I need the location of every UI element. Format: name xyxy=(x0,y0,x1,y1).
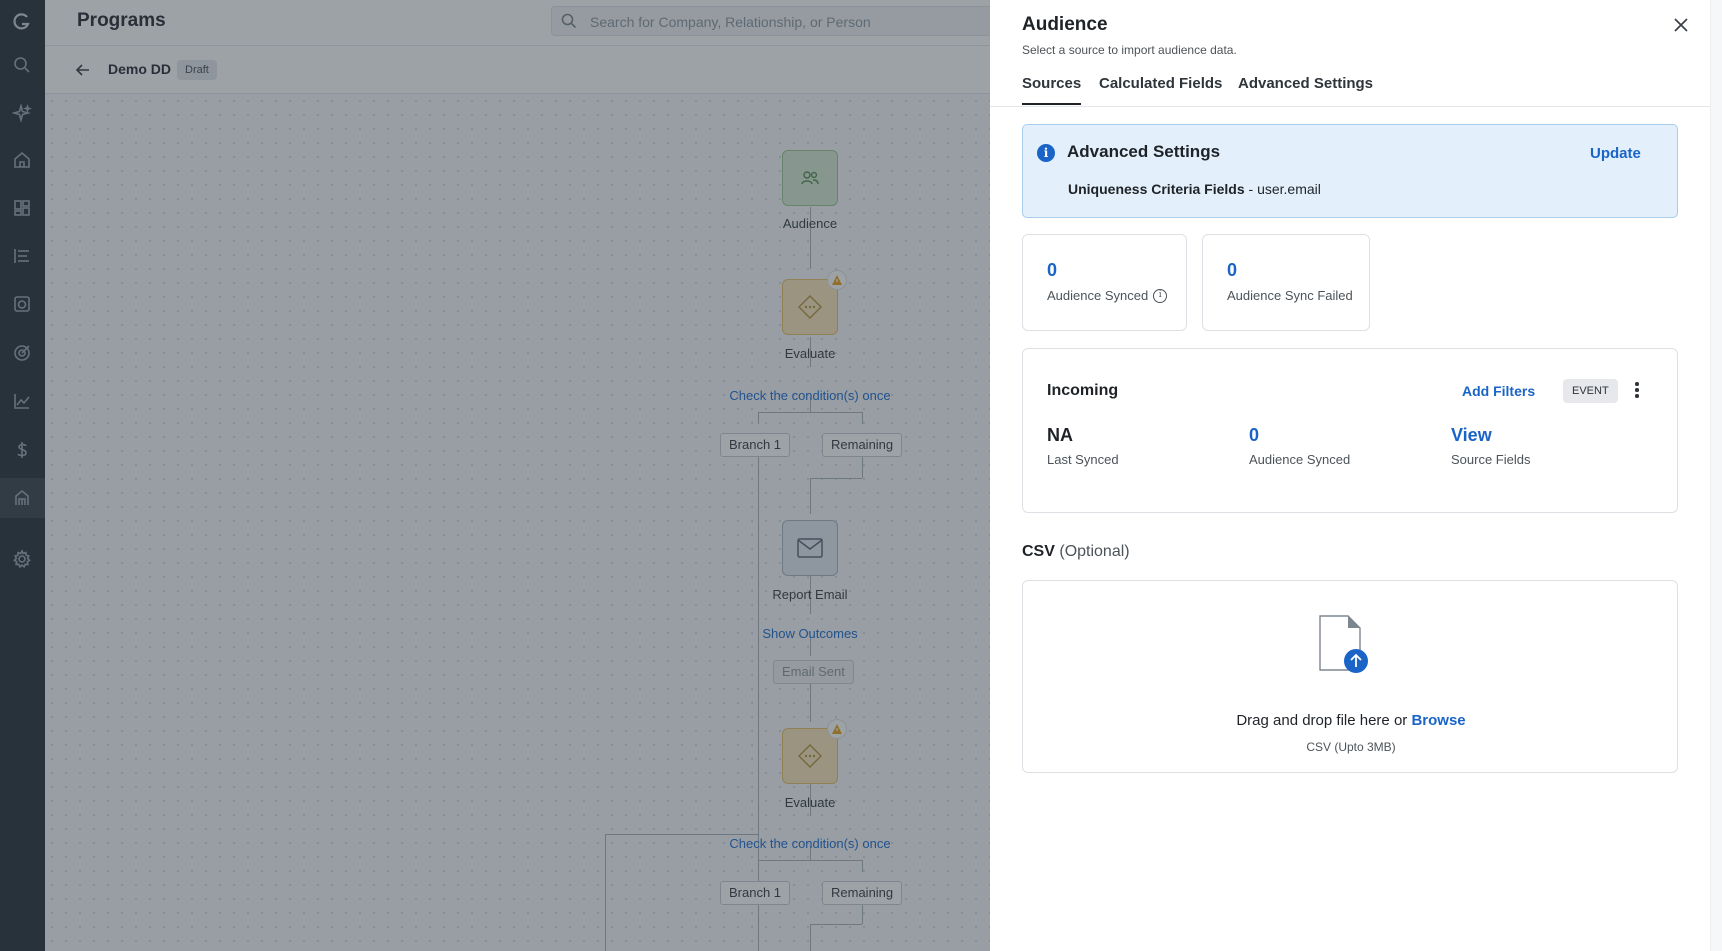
uniqueness-label: Uniqueness Criteria Fields xyxy=(1068,181,1245,197)
browse-link[interactable]: Browse xyxy=(1411,712,1465,729)
program-name: Demo DD xyxy=(108,61,172,77)
back-arrow-icon[interactable] xyxy=(75,62,91,78)
search-icon[interactable] xyxy=(11,54,33,76)
incoming-source-card: Incoming Add Filters EVENT NA Last Synce… xyxy=(1022,348,1678,513)
stat-card-synced: 0 Audience Synced i xyxy=(1022,234,1187,331)
stat-label-text: Audience Synced xyxy=(1047,288,1149,303)
audience-synced-value: 0 xyxy=(1249,425,1260,445)
search-placeholder: Search for Company, Relationship, or Per… xyxy=(590,14,871,30)
last-synced-column: NA Last Synced xyxy=(1047,425,1119,467)
report-email-node[interactable] xyxy=(782,520,838,576)
status-badge: Draft xyxy=(177,60,217,80)
view-source-fields-link[interactable]: View xyxy=(1451,425,1530,446)
envelope-icon xyxy=(797,538,823,558)
program-header: Demo DD Draft xyxy=(45,46,990,94)
stat-card-failed: 0 Audience Sync Failed xyxy=(1202,234,1370,331)
decision-icon xyxy=(798,295,822,319)
uniqueness-separator: - xyxy=(1244,181,1258,197)
drop-instruction: Drag and drop file here or xyxy=(1236,712,1408,729)
evaluate-node-label-2: Evaluate xyxy=(784,795,836,810)
people-icon xyxy=(801,171,819,185)
more-options-icon[interactable] xyxy=(1634,382,1640,400)
info-icon[interactable]: i xyxy=(1153,288,1168,303)
tab-calculated-fields[interactable]: Calculated Fields xyxy=(1099,75,1222,92)
page-title: Programs xyxy=(77,10,166,31)
drop-text: Drag and drop file here or Browse xyxy=(1023,712,1679,729)
add-filters-button[interactable]: Add Filters xyxy=(1462,383,1535,399)
report-email-label: Report Email xyxy=(772,587,848,602)
stat-label: Audience Synced i xyxy=(1047,288,1168,303)
branch-1-pill-2[interactable]: Branch 1 xyxy=(720,881,791,905)
audience-panel: Audience Select a source to import audie… xyxy=(990,0,1710,951)
panel-title: Audience xyxy=(1022,14,1108,35)
top-bar: Programs Search for Company, Relationshi… xyxy=(45,0,990,46)
programs-app: Programs Search for Company, Relationshi… xyxy=(45,0,990,951)
stat-value: 0 xyxy=(1227,260,1238,280)
home-icon[interactable] xyxy=(11,149,33,171)
left-nav-rail xyxy=(0,0,45,951)
close-icon[interactable] xyxy=(1672,16,1690,34)
incoming-heading: Incoming xyxy=(1047,382,1119,399)
source-fields-label: Source Fields xyxy=(1451,452,1531,467)
calendar-icon[interactable] xyxy=(11,293,33,315)
timeline-icon[interactable] xyxy=(11,245,33,267)
csv-title: CSV xyxy=(1022,543,1055,560)
journey-icon[interactable] xyxy=(11,487,33,509)
panel-subtitle: Select a source to import audience data. xyxy=(1022,43,1237,57)
check-condition-link-2[interactable]: Check the condition(s) once xyxy=(710,836,910,851)
last-synced-value: NA xyxy=(1047,425,1073,445)
tab-sources[interactable]: Sources xyxy=(1022,75,1082,105)
source-fields-column: View Source Fields xyxy=(1451,425,1530,467)
email-sent-pill[interactable]: Email Sent xyxy=(773,660,854,684)
panel-scrollbar[interactable] xyxy=(1710,0,1722,951)
file-size-hint: CSV (Upto 3MB) xyxy=(1306,740,1396,754)
audience-synced-label: Audience Synced xyxy=(1249,452,1351,467)
stat-label: Audience Sync Failed xyxy=(1227,288,1353,303)
workflow-canvas[interactable]: Audience Evaluate Check the condition(s)… xyxy=(45,94,990,951)
evaluate-node[interactable] xyxy=(782,270,847,335)
warning-icon xyxy=(827,719,847,739)
last-synced-label: Last Synced xyxy=(1047,452,1119,467)
stat-value: 0 xyxy=(1047,260,1058,280)
check-condition-link[interactable]: Check the condition(s) once xyxy=(710,388,910,403)
global-search-input[interactable]: Search for Company, Relationship, or Per… xyxy=(551,6,990,36)
audience-node[interactable] xyxy=(782,150,838,206)
evaluate-node-label: Evaluate xyxy=(784,346,836,361)
file-upload-icon xyxy=(1319,615,1368,673)
audience-synced-column: 0 Audience Synced xyxy=(1249,425,1350,467)
target-icon[interactable] xyxy=(11,342,33,364)
branch-1-pill[interactable]: Branch 1 xyxy=(720,433,791,457)
info-icon: i xyxy=(1037,144,1055,162)
uniqueness-value: user.email xyxy=(1257,181,1321,197)
csv-heading: CSV (Optional) xyxy=(1022,543,1130,561)
sparkle-icon[interactable] xyxy=(11,103,33,125)
uniqueness-criteria: Uniqueness Criteria Fields - user.email xyxy=(1068,181,1321,197)
chart-icon[interactable] xyxy=(11,390,33,412)
dollar-icon[interactable] xyxy=(11,439,33,461)
csv-optional: (Optional) xyxy=(1059,543,1130,560)
advanced-settings-banner: i Advanced Settings Update Uniqueness Cr… xyxy=(1022,124,1678,218)
tab-advanced-settings[interactable]: Advanced Settings xyxy=(1238,75,1373,92)
remaining-pill[interactable]: Remaining xyxy=(822,433,903,457)
tabs-divider xyxy=(990,106,1710,107)
warning-icon xyxy=(827,270,847,290)
csv-drop-zone[interactable]: Drag and drop file here or Browse CSV (U… xyxy=(1022,580,1678,773)
settings-icon[interactable] xyxy=(11,548,33,570)
audience-node-label: Audience xyxy=(782,216,838,231)
dashboard-icon[interactable] xyxy=(11,197,33,219)
evaluate-node-2[interactable] xyxy=(782,719,847,784)
logo-icon[interactable] xyxy=(11,11,33,33)
remaining-pill-2[interactable]: Remaining xyxy=(822,881,903,905)
show-outcomes-link[interactable]: Show Outcomes xyxy=(710,626,910,641)
search-icon xyxy=(561,13,577,29)
advanced-settings-heading: Advanced Settings xyxy=(1067,142,1221,161)
decision-icon xyxy=(798,744,822,768)
update-button[interactable]: Update xyxy=(1590,145,1641,162)
event-badge: EVENT xyxy=(1563,379,1618,403)
